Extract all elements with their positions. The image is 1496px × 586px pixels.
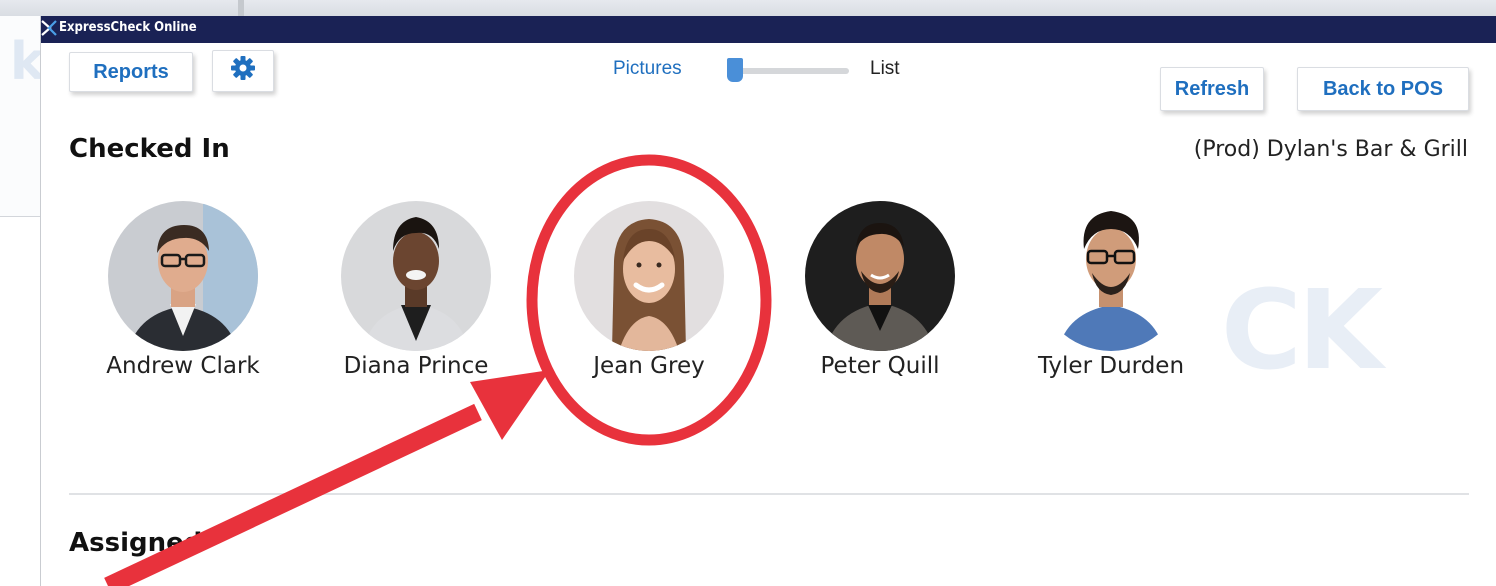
person-name: Andrew Clark (106, 353, 260, 379)
avatar (341, 201, 491, 351)
gear-icon (230, 55, 256, 87)
app-window: ExpressCheck Online Reports Pictures Lis… (40, 16, 1496, 586)
refresh-button[interactable]: Refresh (1160, 67, 1264, 111)
watermark-logo: CK (1221, 266, 1383, 394)
list-toggle-label[interactable]: List (870, 58, 900, 80)
window-title: ExpressCheck Online (59, 20, 197, 35)
app-logo-icon (41, 19, 57, 37)
location-label: (Prod) Dylan's Bar & Grill (1193, 137, 1468, 162)
pictures-toggle-label[interactable]: Pictures (613, 58, 682, 80)
person-name: Jean Grey (593, 353, 705, 379)
person-name: Tyler Durden (1037, 353, 1185, 379)
person-card[interactable]: Tyler Durden (1011, 201, 1211, 401)
person-card[interactable]: Diana Prince (316, 201, 516, 401)
settings-button[interactable] (212, 50, 274, 92)
avatar (805, 201, 955, 351)
background-divider (238, 0, 244, 16)
title-bar[interactable]: ExpressCheck Online (41, 16, 1496, 43)
person-card[interactable]: Jean Grey (549, 201, 749, 401)
back-to-pos-button[interactable]: Back to POS (1297, 67, 1469, 111)
person-name: Diana Prince (343, 353, 489, 379)
reports-button[interactable]: Reports (69, 52, 193, 92)
person-card[interactable]: Andrew Clark (83, 201, 283, 401)
checked-in-heading: Checked In (69, 134, 230, 164)
avatar (574, 201, 724, 351)
avatar (108, 201, 258, 351)
assigned-heading: Assigned (69, 528, 203, 558)
view-toggle-track[interactable] (731, 68, 849, 74)
person-card[interactable]: Peter Quill (780, 201, 980, 401)
section-divider (69, 493, 1469, 495)
background-left-panel: k (0, 16, 45, 217)
avatar (1036, 201, 1186, 351)
person-name: Peter Quill (820, 353, 940, 379)
view-toggle-thumb[interactable] (727, 58, 743, 82)
background-title-strip (0, 0, 1496, 16)
